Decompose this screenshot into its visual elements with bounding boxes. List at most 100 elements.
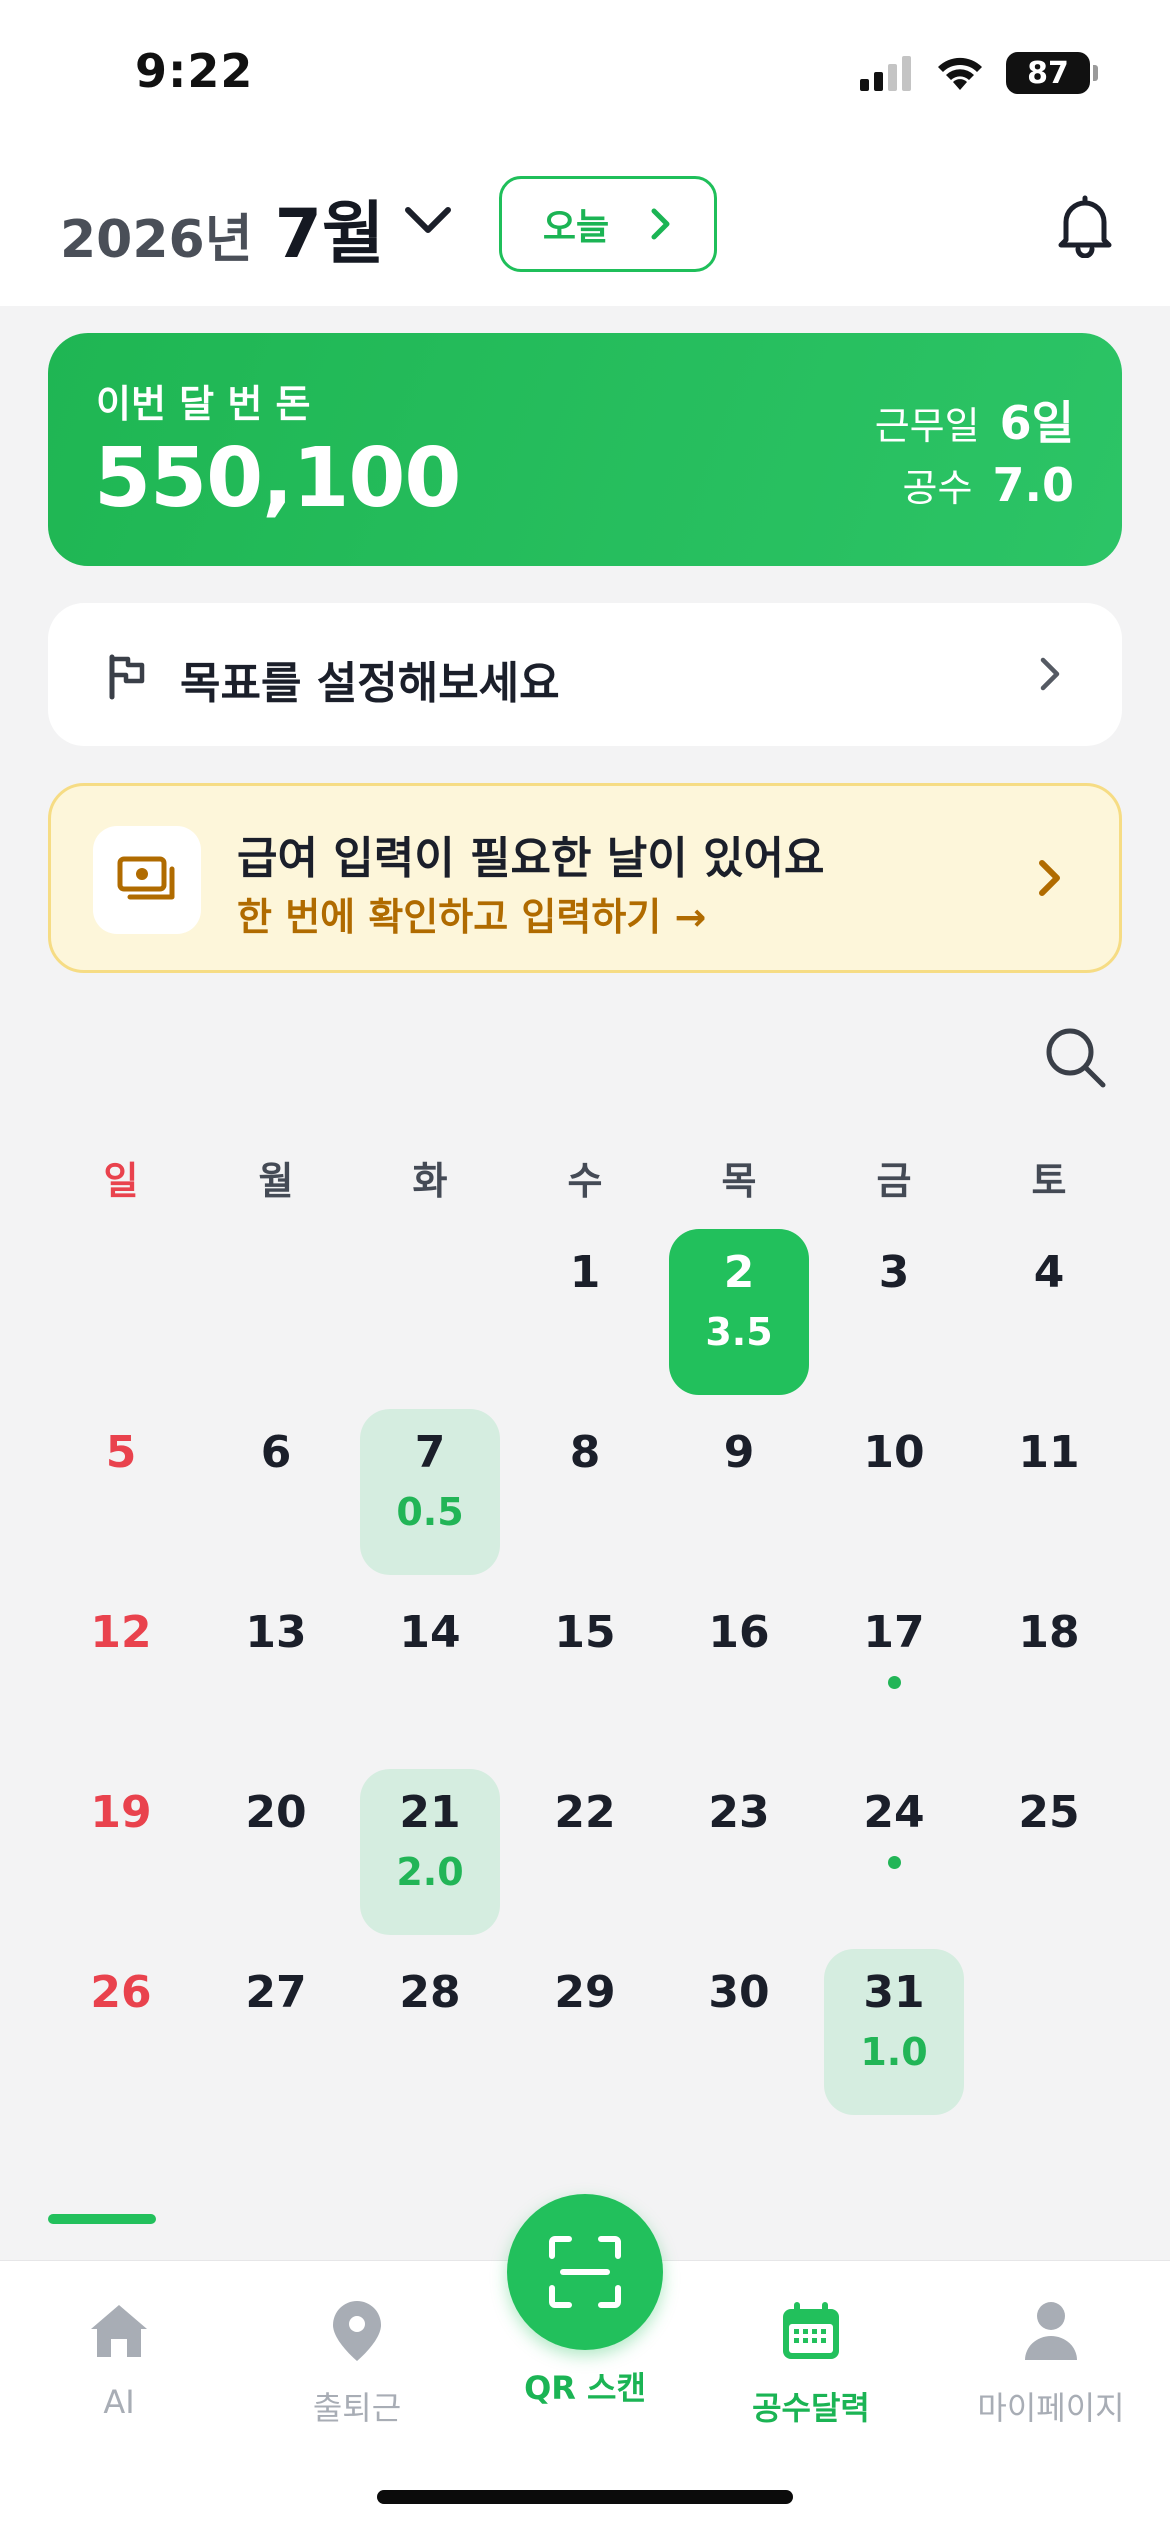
day-number: 29 xyxy=(554,1967,616,2018)
day-number: 20 xyxy=(245,1787,307,1838)
qr-scan-button[interactable] xyxy=(507,2194,663,2350)
calendar-day[interactable]: 5 xyxy=(51,1409,191,1575)
chevron-down-icon[interactable] xyxy=(400,200,456,240)
day-number: 9 xyxy=(723,1427,755,1478)
day-number: 30 xyxy=(708,1967,770,2018)
calendar-day[interactable]: 3 xyxy=(824,1229,964,1395)
bell-icon[interactable] xyxy=(1052,192,1118,258)
day-number: 16 xyxy=(708,1607,770,1658)
calendar-day[interactable]: 14 xyxy=(360,1589,500,1755)
nav-gongsu-calendar[interactable]: 공수달력 xyxy=(694,2261,928,2461)
calendar-day[interactable]: 16 xyxy=(669,1589,809,1755)
earnings-stats: 근무일 6일 공수 7.0 xyxy=(875,387,1074,527)
pay-input-banner[interactable]: 급여 입력이 필요한 날이 있어요 한 번에 확인하고 입력하기 → xyxy=(48,783,1122,973)
wifi-icon xyxy=(938,57,982,90)
event-dot xyxy=(887,1676,901,1689)
gongsu-value: 7.0 xyxy=(992,458,1075,512)
day-number: 17 xyxy=(863,1607,925,1658)
calendar-day[interactable]: 2 3.5 xyxy=(669,1229,809,1395)
month-label: 7월 xyxy=(274,195,385,274)
work-days-value: 6일 xyxy=(999,396,1074,450)
status-icons: 87 xyxy=(858,52,1098,94)
calendar-day[interactable]: 19 xyxy=(51,1769,191,1935)
event-dot xyxy=(887,1856,901,1869)
pay-banner-link[interactable]: 한 번에 확인하고 입력하기 → xyxy=(237,886,706,941)
nav-ai-label: AI xyxy=(103,2383,135,2421)
nav-commute[interactable]: 출퇴근 xyxy=(240,2261,474,2461)
weekday-label: 목 xyxy=(721,1159,757,1203)
calendar-day[interactable]: 26 xyxy=(51,1949,191,2115)
goal-setting-card[interactable]: 목표를 설정해보세요 xyxy=(48,603,1122,746)
calendar-day[interactable]: 8 xyxy=(515,1409,655,1575)
calendar-day[interactable]: 29 xyxy=(515,1949,655,2115)
weekday-label: 수 xyxy=(567,1159,603,1203)
day-number: 15 xyxy=(554,1607,616,1658)
day-number: 14 xyxy=(399,1607,461,1658)
work-days-label: 근무일 xyxy=(874,404,980,448)
day-number: 26 xyxy=(90,1967,152,2018)
calendar-day[interactable]: 22 xyxy=(515,1769,655,1935)
calendar-day[interactable]: 18 xyxy=(979,1589,1119,1755)
nav-mypage[interactable]: 마이페이지 xyxy=(934,2261,1168,2461)
person-icon xyxy=(1025,2302,1077,2360)
status-time: 9:22 xyxy=(135,44,254,98)
calendar-day[interactable]: 6 xyxy=(206,1409,346,1575)
chevron-right-icon xyxy=(651,208,670,240)
home-icon xyxy=(91,2305,147,2357)
day-number: 13 xyxy=(245,1607,307,1658)
day-number: 2 xyxy=(723,1247,755,1298)
chevron-right-icon xyxy=(1039,860,1060,896)
day-gongsu-value: 1.0 xyxy=(860,2030,928,2074)
weekday-label: 일 xyxy=(103,1159,139,1203)
calendar-day[interactable]: 15 xyxy=(515,1589,655,1755)
calendar-day[interactable]: 24 xyxy=(824,1769,964,1935)
calendar-day[interactable]: 20 xyxy=(206,1769,346,1935)
calendar-day[interactable]: 7 0.5 xyxy=(360,1409,500,1575)
calendar-day[interactable]: 1 xyxy=(515,1229,655,1395)
calendar-day[interactable]: 28 xyxy=(360,1949,500,2115)
day-gongsu-value: 0.5 xyxy=(396,1490,464,1534)
calendar-day[interactable]: 27 xyxy=(206,1949,346,2115)
nav-calendar-label: 공수달력 xyxy=(752,2389,870,2427)
pay-banner-title: 급여 입력이 필요한 날이 있어요 xyxy=(237,833,825,884)
nav-ai[interactable]: AI xyxy=(2,2261,236,2461)
search-icon[interactable] xyxy=(1042,1024,1108,1090)
calendar-day[interactable]: 9 xyxy=(669,1409,809,1575)
day-number: 12 xyxy=(90,1607,152,1658)
calendar-day[interactable]: 13 xyxy=(206,1589,346,1755)
today-button[interactable]: 오늘 xyxy=(499,176,717,272)
day-number: 6 xyxy=(260,1427,292,1478)
day-number: 28 xyxy=(399,1967,461,2018)
day-number: 22 xyxy=(554,1787,616,1838)
day-number: 25 xyxy=(1018,1787,1080,1838)
day-number: 19 xyxy=(90,1787,152,1838)
calendar-day[interactable]: 11 xyxy=(979,1409,1119,1575)
calendar-day[interactable]: 30 xyxy=(669,1949,809,2115)
calendar-day[interactable]: 23 xyxy=(669,1769,809,1935)
calendar-day[interactable]: 17 xyxy=(824,1589,964,1755)
year-label: 2026년 xyxy=(60,210,253,270)
calendar-day[interactable]: 21 2.0 xyxy=(360,1769,500,1935)
money-icon-box xyxy=(93,826,201,934)
weekday-label: 토 xyxy=(1031,1159,1067,1203)
calendar-day[interactable]: 12 xyxy=(51,1589,191,1755)
weekday-label: 금 xyxy=(876,1159,912,1203)
calendar-icon xyxy=(783,2302,839,2359)
calendar-day[interactable]: 4 xyxy=(979,1229,1119,1395)
qr-scan-icon xyxy=(549,2236,621,2308)
calendar-day[interactable]: 31 1.0 xyxy=(824,1949,964,2115)
day-number: 23 xyxy=(708,1787,770,1838)
calendar-day[interactable]: 10 xyxy=(824,1409,964,1575)
monthly-earnings-card[interactable]: 이번 달 번 돈 550,100 근무일 6일 공수 7.0 xyxy=(48,333,1122,566)
battery-indicator: 87 xyxy=(1006,52,1098,94)
month-selector[interactable]: 2026년 7월 xyxy=(60,178,384,277)
weekday-label: 월 xyxy=(258,1159,294,1203)
day-gongsu-value: 3.5 xyxy=(705,1310,773,1354)
nav-qr-label: QR 스캔 xyxy=(524,2369,646,2407)
location-pin-icon xyxy=(333,2301,381,2361)
goal-text: 목표를 설정해보세요 xyxy=(180,658,560,709)
chevron-right-icon xyxy=(1040,657,1060,691)
scroll-indicator xyxy=(48,2214,156,2224)
weekday-label: 화 xyxy=(412,1159,448,1203)
calendar-day[interactable]: 25 xyxy=(979,1769,1119,1935)
